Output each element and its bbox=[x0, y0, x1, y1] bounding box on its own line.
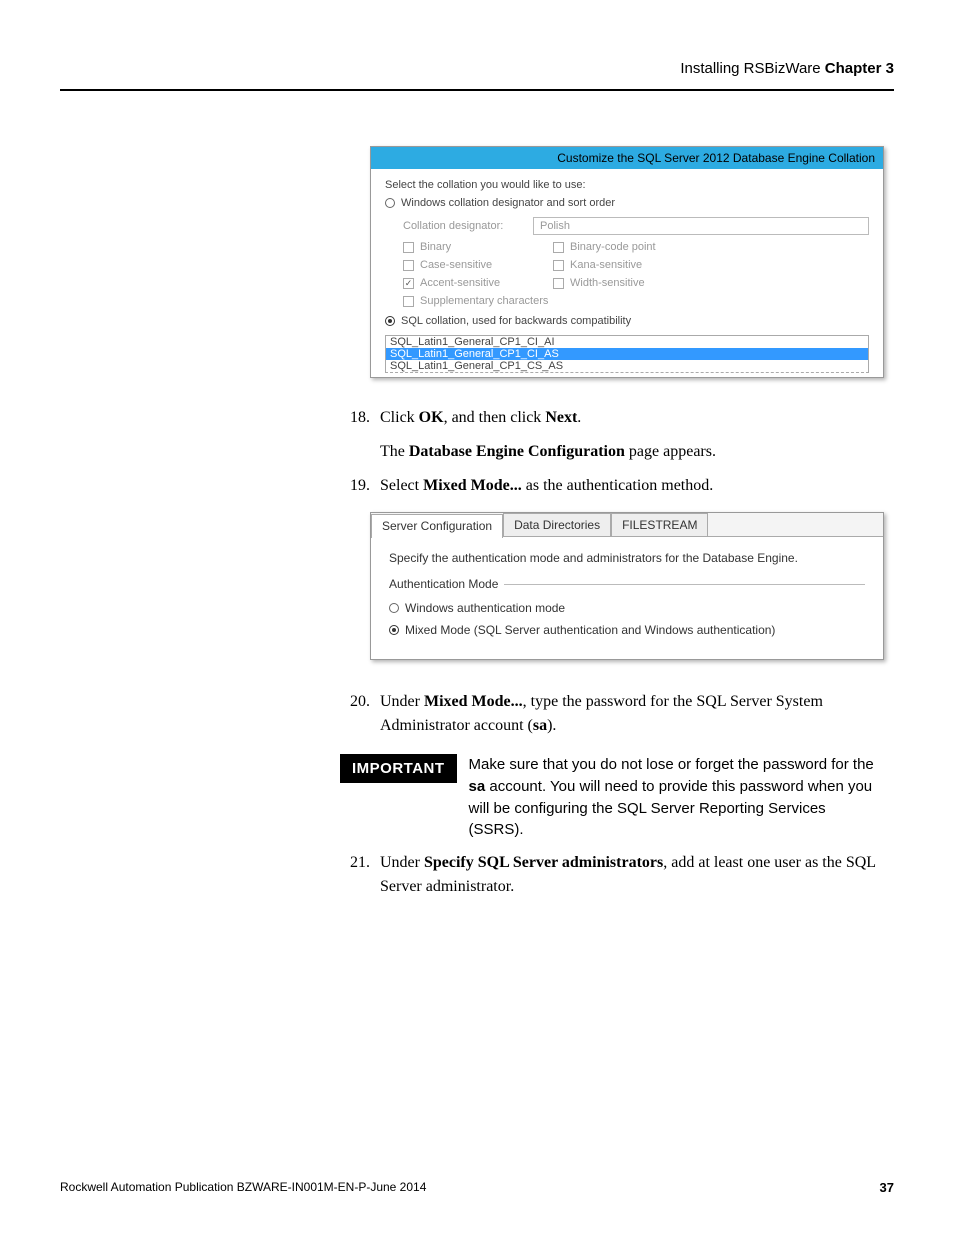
step-21: 21. Under Specify SQL Server administrat… bbox=[340, 851, 884, 899]
check-grid: Binary Binary-code point Case-sensitive … bbox=[403, 241, 869, 307]
radio-windows-auth[interactable]: Windows authentication mode bbox=[389, 601, 865, 615]
checkbox-icon bbox=[553, 242, 564, 253]
checkbox-checked-icon bbox=[403, 278, 414, 289]
check-accent-sensitive[interactable]: Accent-sensitive bbox=[403, 277, 553, 289]
check-width-sensitive[interactable]: Width-sensitive bbox=[553, 277, 703, 289]
radio-filled-icon bbox=[389, 625, 399, 635]
footer-publication: Rockwell Automation Publication BZWARE-I… bbox=[60, 1180, 426, 1195]
checkbox-icon bbox=[403, 296, 414, 307]
designator-field[interactable]: Polish bbox=[533, 217, 869, 235]
checkbox-icon bbox=[553, 260, 564, 271]
collation-body: Select the collation you would like to u… bbox=[371, 169, 883, 377]
important-text: Make sure that you do not lose or forget… bbox=[469, 754, 884, 841]
step-body: Select Mixed Mode... as the authenticati… bbox=[380, 474, 884, 498]
step-number: 21. bbox=[340, 851, 370, 899]
collation-title: Customize the SQL Server 2012 Database E… bbox=[371, 147, 883, 169]
step-18-sub: The Database Engine Configuration page a… bbox=[380, 440, 884, 464]
radio-sql-collation[interactable]: SQL collation, used for backwards compat… bbox=[385, 315, 869, 327]
designator-label: Collation designator: bbox=[403, 220, 533, 232]
main-content: Customize the SQL Server 2012 Database E… bbox=[340, 146, 884, 899]
collation-dialog: Customize the SQL Server 2012 Database E… bbox=[370, 146, 884, 378]
header-section: Installing RSBizWare bbox=[680, 60, 820, 77]
step-19: 19. Select Mixed Mode... as the authenti… bbox=[340, 474, 884, 498]
list-item[interactable]: SQL_Latin1_General_CP1_CS_AS bbox=[385, 360, 869, 373]
step-body: Under Specify SQL Server administrators,… bbox=[380, 851, 884, 899]
tab-server-config[interactable]: Server Configuration bbox=[371, 514, 503, 538]
check-binary-code[interactable]: Binary-code point bbox=[553, 241, 703, 253]
step-body: Under Mixed Mode..., type the password f… bbox=[380, 690, 884, 738]
radio-sql-label: SQL collation, used for backwards compat… bbox=[401, 315, 631, 327]
radio-mixed-mode[interactable]: Mixed Mode (SQL Server authentication an… bbox=[389, 623, 865, 637]
checkbox-icon bbox=[553, 278, 564, 289]
checkbox-icon bbox=[403, 242, 414, 253]
check-supplementary[interactable]: Supplementary characters bbox=[403, 295, 603, 307]
list-item-selected[interactable]: SQL_Latin1_General_CP1_CI_AS bbox=[385, 348, 869, 360]
collation-intro: Select the collation you would like to u… bbox=[385, 179, 869, 191]
step-number: 20. bbox=[340, 690, 370, 738]
important-callout: IMPORTANT Make sure that you do not lose… bbox=[340, 754, 884, 841]
step-number: 18. bbox=[340, 406, 370, 430]
list-item[interactable]: SQL_Latin1_General_CP1_CI_AI bbox=[385, 335, 869, 348]
check-kana-sensitive[interactable]: Kana-sensitive bbox=[553, 259, 703, 271]
designator-row: Collation designator: Polish bbox=[403, 217, 869, 235]
page-footer: Rockwell Automation Publication BZWARE-I… bbox=[60, 1180, 894, 1195]
radio-windows-label: Windows collation designator and sort or… bbox=[401, 197, 615, 209]
radio-empty-icon bbox=[389, 603, 399, 613]
tab-filestream[interactable]: FILESTREAM bbox=[611, 513, 708, 536]
checkbox-icon bbox=[403, 260, 414, 271]
sql-collation-list[interactable]: SQL_Latin1_General_CP1_CI_AI SQL_Latin1_… bbox=[385, 335, 869, 373]
auth-dialog: Server Configuration Data Directories FI… bbox=[370, 512, 884, 660]
radio-filled-icon bbox=[385, 316, 395, 326]
radio-empty-icon bbox=[385, 198, 395, 208]
important-badge: IMPORTANT bbox=[340, 754, 457, 783]
step-18: 18. Click OK, and then click Next. bbox=[340, 406, 884, 430]
footer-page-number: 37 bbox=[880, 1180, 894, 1195]
check-case-sensitive[interactable]: Case-sensitive bbox=[403, 259, 553, 271]
step-number: 19. bbox=[340, 474, 370, 498]
tab-data-directories[interactable]: Data Directories bbox=[503, 513, 611, 536]
header-chapter: Chapter 3 bbox=[821, 60, 894, 77]
auth-specify-text: Specify the authentication mode and admi… bbox=[389, 551, 865, 565]
auth-mode-fieldset: Authentication Mode bbox=[389, 577, 865, 591]
radio-windows-collation[interactable]: Windows collation designator and sort or… bbox=[385, 197, 869, 209]
auth-body: Specify the authentication mode and admi… bbox=[371, 537, 883, 659]
step-20: 20. Under Mixed Mode..., type the passwo… bbox=[340, 690, 884, 738]
step-body: Click OK, and then click Next. bbox=[380, 406, 884, 430]
tab-row: Server Configuration Data Directories FI… bbox=[371, 513, 883, 537]
check-binary[interactable]: Binary bbox=[403, 241, 553, 253]
page-header: Installing RSBizWare Chapter 3 bbox=[60, 60, 894, 91]
